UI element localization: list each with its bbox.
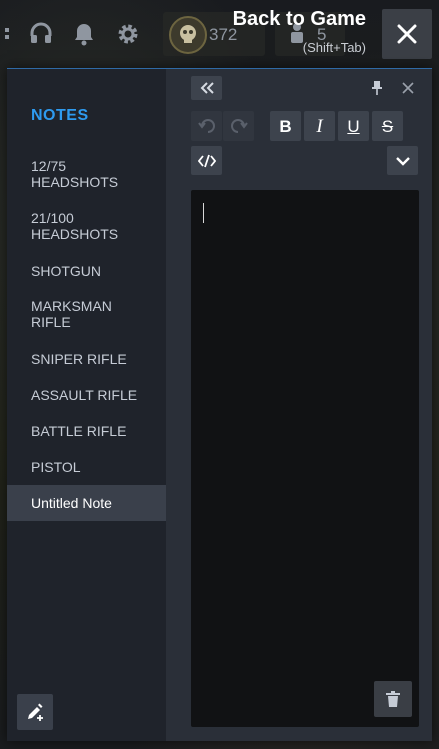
text-cursor <box>203 203 204 223</box>
note-item-active[interactable]: Untitled Note <box>7 485 166 521</box>
notes-heading: NOTES <box>31 107 89 124</box>
pencil-plus-icon <box>28 703 43 721</box>
bold-button[interactable]: B <box>270 111 301 141</box>
note-item[interactable]: 12/75 HEADSHOTS <box>7 158 166 190</box>
note-item-title: BATTLE RIFLE <box>31 423 127 439</box>
note-item[interactable]: MARKSMAN RIFLE <box>7 298 166 330</box>
note-item-title: 12/75 HEADSHOTS <box>31 158 119 190</box>
notes-panel: NOTES 12/75 HEADSHOTS 21/100 HEADSHOTS S… <box>7 68 432 741</box>
note-item-title: SNIPER RIFLE <box>31 351 127 367</box>
underline-button[interactable]: U <box>338 111 369 141</box>
pin-icon[interactable] <box>369 80 385 96</box>
code-icon <box>197 154 216 167</box>
undo-icon <box>197 119 215 133</box>
close-icon <box>397 24 417 44</box>
close-overlay-button[interactable] <box>382 9 432 59</box>
gear-icon[interactable] <box>114 20 142 48</box>
close-panel-icon[interactable] <box>400 80 416 96</box>
back-to-game-shortcut: (Shift+Tab) <box>302 40 366 55</box>
note-item[interactable]: SHOTGUN <box>7 263 166 279</box>
new-note-button[interactable] <box>17 694 53 730</box>
note-text-editor[interactable] <box>191 190 419 727</box>
undo-button[interactable] <box>191 111 222 141</box>
chevron-down-icon <box>395 156 410 166</box>
overlay-top-bar: 372 5 Back to Game (Shift+Tab) <box>0 0 439 66</box>
note-item[interactable]: PISTOL <box>7 459 166 475</box>
collapse-sidebar-button[interactable] <box>191 76 222 100</box>
trash-icon <box>386 691 400 707</box>
code-button[interactable] <box>191 146 222 175</box>
back-to-game-label[interactable]: Back to Game <box>233 8 366 31</box>
chevrons-left-icon <box>200 82 214 94</box>
note-item-title: Untitled Note <box>31 495 112 511</box>
strikethrough-button[interactable]: S <box>372 111 403 141</box>
note-item-title: 21/100 HEADSHOTS <box>31 210 119 242</box>
redo-button[interactable] <box>223 111 254 141</box>
skull-badge-icon <box>169 16 207 54</box>
note-item[interactable]: SNIPER RIFLE <box>7 351 166 367</box>
grid-icon[interactable] <box>0 20 18 48</box>
strikethrough-label: S <box>381 116 394 136</box>
note-editor-area: B I U S <box>166 69 432 741</box>
underline-label: U <box>347 116 360 136</box>
notes-sidebar: NOTES 12/75 HEADSHOTS 21/100 HEADSHOTS S… <box>7 69 166 741</box>
note-item[interactable]: 21/100 HEADSHOTS <box>7 210 166 242</box>
note-item-title: MARKSMAN RIFLE <box>31 298 112 330</box>
note-item-title: PISTOL <box>31 459 81 475</box>
more-formatting-button[interactable] <box>387 146 418 175</box>
italic-button[interactable]: I <box>304 111 335 141</box>
bell-icon[interactable] <box>70 20 98 48</box>
redo-icon <box>230 119 248 133</box>
note-item-title: ASSAULT RIFLE <box>31 387 138 403</box>
headset-icon[interactable] <box>27 20 55 48</box>
italic-label: I <box>316 115 323 137</box>
note-item[interactable]: BATTLE RIFLE <box>7 423 166 439</box>
delete-note-button[interactable] <box>374 681 412 717</box>
note-item[interactable]: ASSAULT RIFLE <box>7 387 166 403</box>
note-item-title: SHOTGUN <box>31 263 101 279</box>
bold-label: B <box>279 116 292 136</box>
